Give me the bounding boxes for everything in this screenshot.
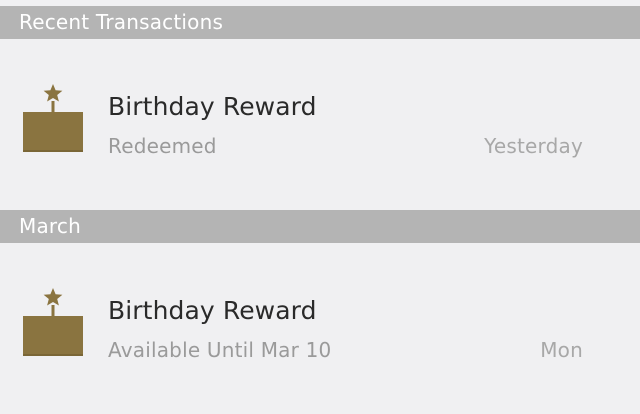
transaction-status: Redeemed bbox=[108, 134, 217, 158]
section-header-label: Recent Transactions bbox=[19, 10, 224, 34]
transaction-title: Birthday Reward bbox=[108, 92, 317, 121]
transaction-status: Available Until Mar 10 bbox=[108, 338, 332, 362]
birthday-cake-icon bbox=[23, 84, 83, 152]
transaction-date: Mon bbox=[540, 338, 583, 362]
section-header-label: March bbox=[19, 214, 81, 238]
transaction-row[interactable]: Birthday Reward Redeemed Yesterday bbox=[0, 39, 640, 210]
section-header-recent-transactions: Recent Transactions bbox=[0, 6, 640, 39]
section-header-march: March bbox=[0, 210, 640, 243]
transaction-title: Birthday Reward bbox=[108, 296, 317, 325]
transaction-date: Yesterday bbox=[484, 134, 583, 158]
birthday-cake-icon bbox=[23, 288, 83, 356]
transaction-row[interactable]: Birthday Reward Available Until Mar 10 M… bbox=[0, 243, 640, 414]
